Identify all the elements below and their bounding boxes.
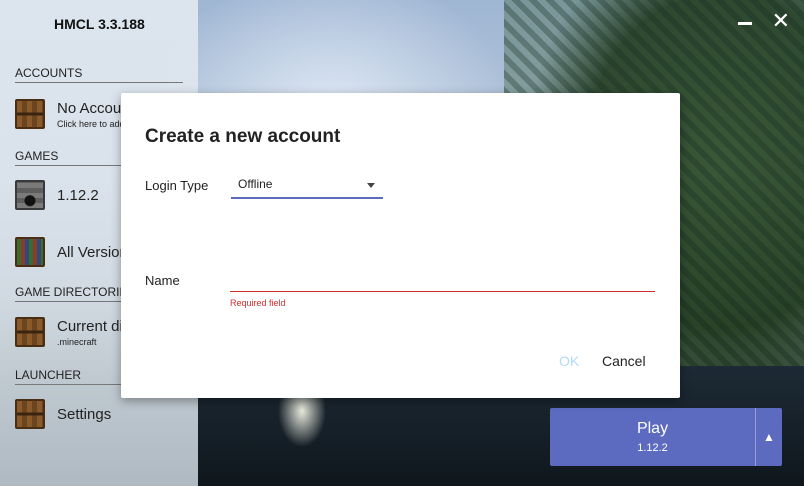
chest-icon: [15, 317, 45, 347]
version-label: 1.12.2: [57, 186, 99, 204]
settings-label: Settings: [57, 405, 112, 423]
sidebar-item-settings[interactable]: Settings: [15, 396, 111, 432]
name-input[interactable]: [230, 269, 655, 292]
create-account-dialog: Create a new account Login Type Offline …: [121, 93, 680, 398]
furnace-icon: [15, 180, 45, 210]
play-label: Play: [636, 420, 669, 437]
login-type-select[interactable]: Offline: [231, 175, 383, 199]
sidebar-item-version[interactable]: 1.12.2: [15, 177, 99, 213]
name-error: Required field: [230, 298, 286, 308]
chevron-up-icon: ▲: [763, 430, 775, 444]
chest-icon: [15, 399, 45, 429]
play-expand-button[interactable]: ▲: [755, 408, 782, 466]
chest-icon: [15, 99, 45, 129]
minimize-button[interactable]: [738, 12, 752, 25]
ok-button[interactable]: OK: [559, 353, 579, 369]
sidebar-item-all-versions[interactable]: All Versions: [15, 234, 135, 270]
app-title: HMCL 3.3.188: [54, 16, 145, 32]
bookshelf-icon: [15, 237, 45, 267]
dialog-title: Create a new account: [145, 126, 341, 147]
close-icon: ✕: [771, 8, 790, 33]
close-button[interactable]: ✕: [772, 10, 790, 32]
login-type-label: Login Type: [145, 178, 209, 193]
play-main[interactable]: Play 1.12.2: [550, 408, 755, 466]
section-accounts: ACCOUNTS: [15, 66, 183, 83]
minimize-icon: [738, 22, 752, 25]
login-type-value: Offline: [238, 177, 273, 191]
play-button[interactable]: Play 1.12.2 ▲: [550, 408, 782, 466]
caret-down-icon: [367, 183, 375, 188]
play-version: 1.12.2: [637, 442, 668, 454]
name-label: Name: [145, 273, 180, 288]
cancel-button[interactable]: Cancel: [602, 353, 646, 369]
